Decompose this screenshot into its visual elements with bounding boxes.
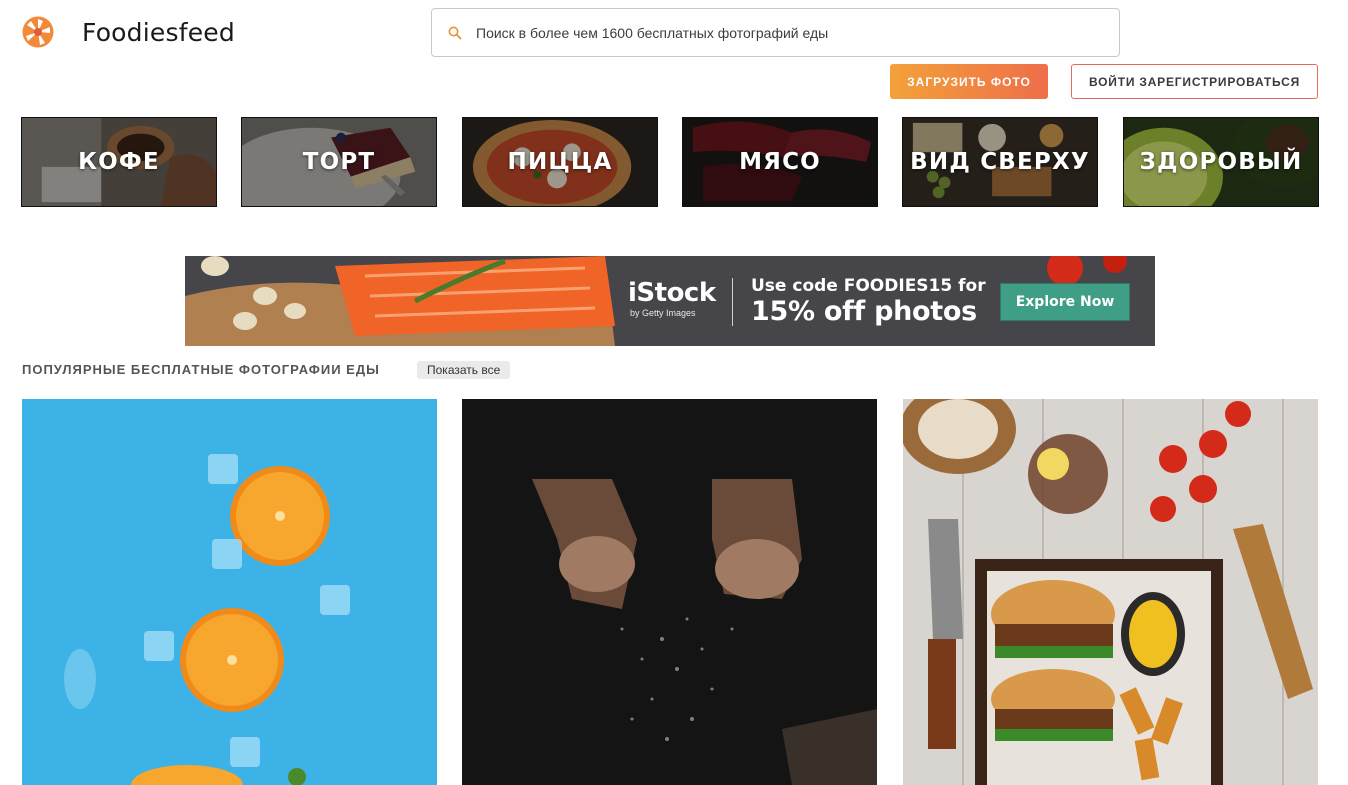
banner-discount: 15% off photos (751, 296, 977, 327)
upload-photo-button[interactable]: ЗАГРУЗИТЬ ФОТО (890, 64, 1048, 99)
category-label: МЯСО (739, 149, 821, 175)
logo-text: Foodiesfeed (82, 17, 235, 47)
oranges-photo (22, 399, 437, 785)
category-tile-pizza[interactable]: ПИЦЦА (462, 117, 658, 207)
search-icon (448, 26, 462, 39)
category-label: ВИД СВЕРХУ (910, 149, 1090, 175)
category-label: ЗДОРОВЫЙ (1139, 149, 1303, 175)
category-tile-cake[interactable]: ТОРТ (241, 117, 437, 207)
istock-logo: iStock (628, 278, 716, 308)
category-tile-meat[interactable]: МЯСО (682, 117, 878, 207)
flour-hands-photo (462, 399, 877, 785)
category-label: ТОРТ (302, 149, 376, 175)
login-register-button[interactable]: ВОЙТИ ЗАРЕГИСТРИРОВАТЬСЯ (1071, 64, 1318, 99)
category-tile-top-view[interactable]: ВИД СВЕРХУ (902, 117, 1098, 207)
photo-card-oranges[interactable] (22, 399, 437, 785)
category-tiles: КОФЕ ТОРТ ПИЦЦА МЯСО ВИД СВЕРХУ ЗДОРОВЫЙ (21, 117, 1319, 207)
explore-now-button[interactable]: Explore Now (1000, 283, 1130, 321)
category-tile-healthy[interactable]: ЗДОРОВЫЙ (1123, 117, 1319, 207)
search-bar[interactable] (431, 8, 1120, 57)
photo-card-flour-hands[interactable] (462, 399, 877, 785)
photo-card-burger-board[interactable] (903, 399, 1318, 785)
category-label: КОФЕ (78, 149, 160, 175)
banner-divider (732, 278, 733, 326)
istock-logo-sub: by Getty Images (630, 308, 696, 318)
logo-link[interactable]: Foodiesfeed (22, 16, 235, 48)
category-tile-coffee[interactable]: КОФЕ (21, 117, 217, 207)
banner-promo-code: Use code FOODIES15 for (751, 276, 986, 296)
search-input[interactable] (476, 24, 1096, 41)
aperture-logo-icon (22, 16, 54, 48)
show-all-button[interactable]: Показать все (417, 361, 511, 379)
burger-board-photo (903, 399, 1318, 785)
section-title: ПОПУЛЯРНЫЕ БЕСПЛАТНЫЕ ФОТОГРАФИИ ЕДЫ (22, 362, 380, 377)
category-label: ПИЦЦА (507, 149, 613, 175)
istock-ad-banner[interactable]: iStock by Getty Images Use code FOODIES1… (185, 256, 1155, 346)
